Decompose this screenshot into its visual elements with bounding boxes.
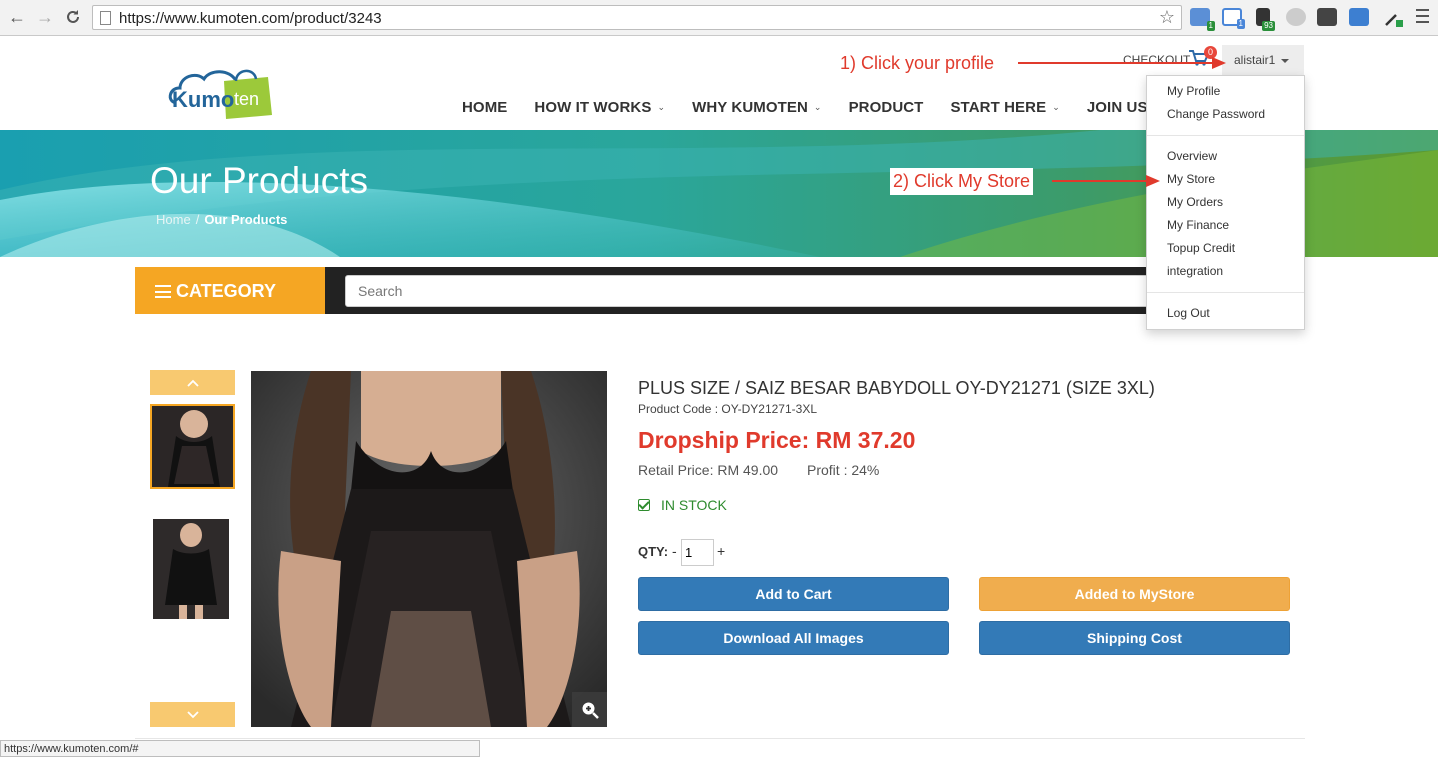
username-label: alistair1 [1234, 53, 1276, 67]
nav-why-kumoten[interactable]: WHY KUMOTEN ⌄ [692, 99, 821, 116]
breadcrumb-current: Our Products [204, 212, 288, 227]
browser-status-bar: https://www.kumoten.com/# [0, 740, 480, 757]
product-code: Product Code : OY-DY21271-3XL [638, 402, 817, 416]
profile-dropdown-menu: My Profile Change Password Overview My S… [1146, 75, 1305, 330]
menu-item-my-store[interactable]: My Store [1167, 172, 1215, 186]
nav-product[interactable]: PRODUCT [849, 99, 924, 116]
hamburger-icon [155, 285, 171, 298]
shipping-cost-button[interactable]: Shipping Cost [979, 621, 1290, 655]
extension-drive-icon[interactable] [1286, 8, 1306, 26]
nav-how-it-works[interactable]: HOW IT WORKS ⌄ [534, 99, 665, 116]
add-to-cart-button[interactable]: Add to Cart [638, 577, 949, 611]
nav-label: JOIN US [1086, 99, 1148, 116]
breadcrumb-home[interactable]: Home [156, 212, 191, 227]
nav-start-here[interactable]: START HERE ⌄ [950, 99, 1059, 116]
gallery-down-button[interactable] [150, 702, 235, 727]
kumoten-logo[interactable]: Kumo ten [168, 63, 274, 119]
menu-item-log-out[interactable]: Log Out [1167, 306, 1210, 320]
product-title: PLUS SIZE / SAIZ BESAR BABYDOLL OY-DY212… [638, 378, 1155, 398]
extension-badge: 1 [1206, 21, 1215, 31]
breadcrumb: Home / Our Products [156, 212, 287, 227]
browser-menu-icon[interactable] [1416, 9, 1429, 23]
menu-item-my-orders[interactable]: My Orders [1167, 195, 1223, 209]
address-bar[interactable]: https://www.kumoten.com/product/3243 ☆ [92, 5, 1182, 30]
page-icon [100, 11, 111, 25]
menu-divider [1147, 135, 1304, 136]
nav-label: WHY KUMOTEN [692, 99, 808, 116]
page-title: Our Products [150, 160, 368, 201]
annotation-arrow-2 [1052, 175, 1160, 187]
download-all-images-button[interactable]: Download All Images [638, 621, 949, 655]
extension-film-icon[interactable] [1317, 8, 1337, 26]
back-icon[interactable]: ← [6, 6, 28, 28]
quantity-increase-button[interactable]: + [717, 543, 725, 559]
category-button[interactable]: CATEGORY [135, 267, 325, 314]
stock-label: IN STOCK [661, 497, 727, 513]
extension-phone-icon[interactable]: 93 [1256, 8, 1275, 31]
retail-price: Retail Price: RM 49.00 [638, 462, 779, 478]
user-profile-button[interactable]: alistair1 [1222, 45, 1304, 75]
section-divider [135, 738, 1305, 739]
annotation-step-2: 2) Click My Store [890, 168, 1034, 195]
extension-window-icon[interactable]: 1 [1222, 8, 1245, 29]
added-to-mystore-button[interactable]: Added to MyStore [979, 577, 1290, 611]
main-nav: HOME HOW IT WORKS ⌄ WHY KUMOTEN ⌄ PRODUCT … [462, 99, 1226, 116]
menu-item-my-profile[interactable]: My Profile [1167, 84, 1220, 98]
browser-toolbar: ← → https://www.kumoten.com/product/3243… [0, 0, 1438, 36]
logo-text-ten: ten [234, 89, 259, 109]
quantity-input[interactable] [681, 539, 714, 566]
chevron-down-icon: ⌄ [657, 102, 666, 112]
category-label: CATEGORY [176, 281, 277, 301]
chevron-down-icon [186, 710, 199, 718]
extension-s-icon[interactable] [1349, 8, 1369, 26]
menu-item-integration[interactable]: integration [1167, 264, 1223, 278]
chevron-up-icon [186, 379, 199, 387]
extension-badge: 1 [1236, 19, 1245, 29]
annotation-arrow-1 [1018, 57, 1226, 69]
extension-eyedropper-icon[interactable] [1383, 8, 1403, 27]
caret-down-icon [1281, 58, 1290, 63]
extension-badge: 93 [1262, 21, 1275, 31]
bookmark-star-icon[interactable]: ☆ [1159, 7, 1175, 28]
gallery-up-button[interactable] [150, 370, 235, 395]
nav-label: PRODUCT [848, 99, 924, 116]
breadcrumb-separator: / [195, 212, 200, 227]
forward-icon[interactable]: → [34, 6, 56, 28]
check-square-icon [638, 499, 650, 511]
nav-label: START HERE [950, 99, 1047, 116]
extension-code-icon[interactable]: 1 [1190, 8, 1215, 31]
quantity-decrease-button[interactable]: - [672, 543, 677, 559]
nav-label: HOME [462, 99, 508, 116]
product-main-image[interactable] [251, 371, 607, 727]
dropship-price: Dropship Price: RM 37.20 [638, 427, 916, 453]
reload-icon[interactable] [62, 6, 84, 28]
chevron-down-icon: ⌄ [813, 102, 822, 112]
zoom-button[interactable] [572, 692, 607, 727]
menu-item-my-finance[interactable]: My Finance [1167, 218, 1229, 232]
chevron-down-icon: ⌄ [1052, 102, 1060, 112]
menu-divider [1147, 292, 1304, 293]
nav-home[interactable]: HOME [462, 99, 507, 116]
profit-percentage: Profit : 24% [807, 462, 880, 478]
product-thumbnail-1[interactable] [150, 404, 235, 489]
stock-status: IN STOCK [638, 497, 727, 513]
annotation-step-1: 1) Click your profile [840, 53, 995, 73]
zoom-in-icon [582, 702, 599, 719]
url-text[interactable]: https://www.kumoten.com/product/3243 [119, 10, 382, 27]
product-thumbnail-2[interactable] [153, 519, 229, 619]
quantity-label: QTY: [638, 544, 669, 559]
logo-text-kumo: Kumo [172, 87, 234, 112]
nav-label: HOW IT WORKS [534, 99, 652, 116]
menu-item-change-password[interactable]: Change Password [1167, 107, 1265, 121]
menu-item-overview[interactable]: Overview [1167, 149, 1217, 163]
menu-item-topup-credit[interactable]: Topup Credit [1167, 241, 1235, 255]
